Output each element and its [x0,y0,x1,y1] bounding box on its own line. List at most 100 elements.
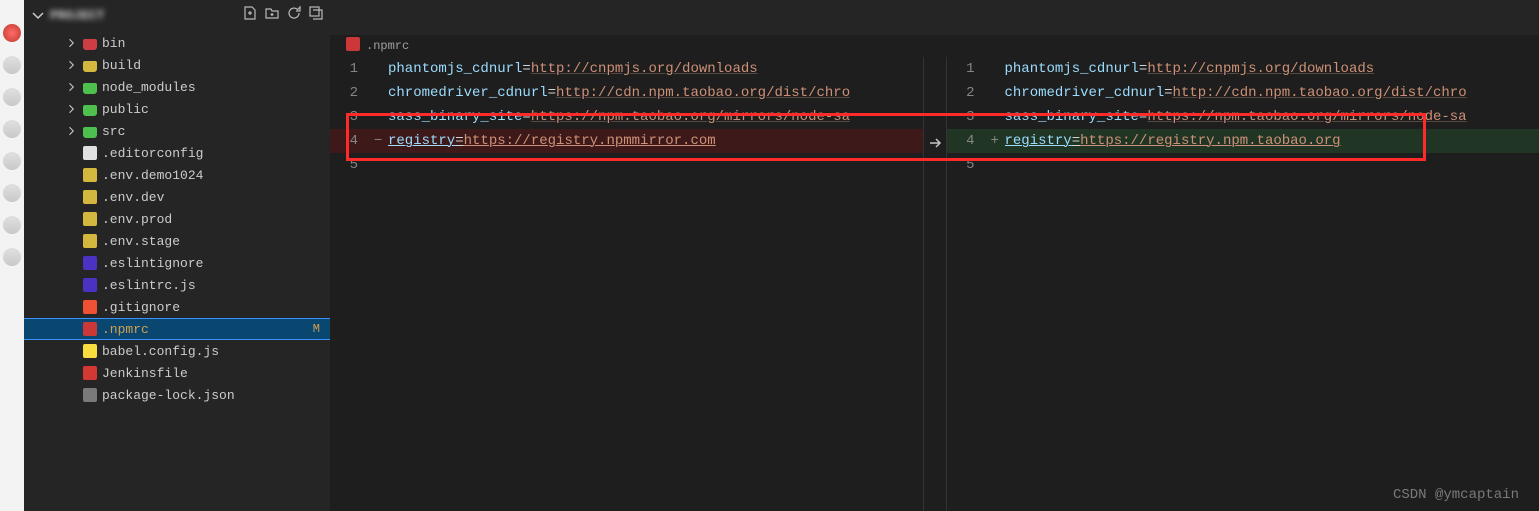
tree-item-label: build [102,58,330,73]
avatar [3,216,21,234]
folder-item-build[interactable]: build [24,54,330,76]
tree-item-label: .eslintignore [102,256,330,271]
file-item--env-dev[interactable]: .env.dev [24,186,330,208]
code-line[interactable]: 5 [330,153,923,177]
line-content: chromedriver_cdnurl=http://cdn.npm.taoba… [1005,85,1539,101]
new-folder-icon[interactable] [264,5,280,25]
avatar [3,184,21,202]
tree-item-label: bin [102,36,330,51]
folder-yellow-icon [82,57,98,73]
line-content: chromedriver_cdnurl=http://cdn.npm.taoba… [388,85,923,101]
code-line[interactable]: 2 chromedriver_cdnurl=http://cdn.npm.taob… [330,81,923,105]
file-item--env-stage[interactable]: .env.stage [24,230,330,252]
editorconfig-icon [82,145,98,161]
file-item-babel-config-js[interactable]: babel.config.js [24,340,330,362]
file-item-package-lock-json[interactable]: package-lock.json [24,384,330,406]
code-line[interactable]: 3 sass_binary_site=https://npm.taobao.org… [330,105,923,129]
diff-view: 1 phantomjs_cdnurl=http://cnpmjs.org/down… [330,57,1539,511]
folder-green-icon [82,123,98,139]
avatar [3,248,21,266]
code-line[interactable]: 5 [947,153,1539,177]
diff-pane-right[interactable]: 1phantomjs_cdnurl=http://cnpmjs.org/down… [947,57,1539,511]
tab-strip [330,0,1539,35]
tree-item-label: src [102,124,330,139]
file-item-jenkinsfile[interactable]: Jenkinsfile [24,362,330,384]
folder-item-bin[interactable]: bin [24,32,330,54]
tree-item-label: .env.dev [102,190,330,205]
avatar [3,120,21,138]
tree-item-label: .env.prod [102,212,330,227]
breadcrumb-filename: .npmrc [366,39,409,53]
line-number: 5 [947,157,991,173]
watermark: CSDN @ymcaptain [1393,487,1519,503]
avatar [3,152,21,170]
tree-item-label: Jenkinsfile [102,366,330,381]
plus-icon: + [991,133,1005,149]
new-file-icon[interactable] [242,5,258,25]
avatar [3,56,21,74]
eslint-icon [82,277,98,293]
file-explorer: PROJECT bin build node_modulespublic src .ed… [24,0,330,511]
breadcrumb[interactable]: .npmrc [330,35,1539,57]
tree-item-label: .env.stage [102,234,330,249]
line-number: 3 [330,109,374,125]
line-content: registry=https://registry.npm.taobao.org [1005,133,1539,149]
file-item--env-prod[interactable]: .env.prod [24,208,330,230]
chevron-right-icon [64,125,78,137]
chevron-down-icon [30,7,46,23]
line-content: sass_binary_site=https://npm.taobao.org/… [1005,109,1539,125]
tree-item-label: package-lock.json [102,388,330,403]
tree-item-label: .env.demo1024 [102,168,330,183]
folder-item-node-modules[interactable]: node_modules [24,76,330,98]
code-line[interactable]: 4+registry=https://registry.npm.taobao.o… [947,129,1539,153]
code-line[interactable]: 1phantomjs_cdnurl=http://cnpmjs.org/down… [947,57,1539,81]
avatar [3,24,21,42]
file-item--npmrc[interactable]: .npmrcM [24,318,330,340]
file-item--gitignore[interactable]: .gitignore [24,296,330,318]
collapse-all-icon[interactable] [308,5,324,25]
chevron-right-icon [64,59,78,71]
chevron-right-icon [64,103,78,115]
tree-item-label: .editorconfig [102,146,330,161]
file-item--eslintrc-js[interactable]: .eslintrc.js [24,274,330,296]
explorer-header[interactable]: PROJECT [24,0,330,30]
folder-item-public[interactable]: public [24,98,330,120]
sidebar-strip [0,0,24,511]
project-name: PROJECT [50,8,238,23]
diff-arrow-icon [923,57,947,511]
folder-item-src[interactable]: src [24,120,330,142]
env-icon [82,211,98,227]
line-number: 4 [947,133,991,149]
tree-item-label: babel.config.js [102,344,330,359]
line-number: 4 [330,133,374,149]
line-number: 1 [947,61,991,77]
line-content: registry=https://registry.npmmirror.com [388,133,923,149]
env-icon [82,167,98,183]
chevron-right-icon [64,37,78,49]
file-item--editorconfig[interactable]: .editorconfig [24,142,330,164]
folder-green-icon [82,101,98,117]
editor-area: .npmrc 1 phantomjs_cdnurl=http://cnpmjs.o… [330,0,1539,511]
tree-item-label: .eslintrc.js [102,278,330,293]
npm-lock-icon [82,387,98,403]
refresh-icon[interactable] [286,5,302,25]
env-icon [82,189,98,205]
line-content: phantomjs_cdnurl=http://cnpmjs.org/downl… [388,61,923,77]
code-line[interactable]: 2chromedriver_cdnurl=http://cdn.npm.taob… [947,81,1539,105]
chevron-right-icon [64,81,78,93]
line-content: sass_binary_site=https://npm.taobao.org/… [388,109,923,125]
code-line[interactable]: 1phantomjs_cdnurl=http://cnpmjs.org/down… [330,57,923,81]
tree-item-label: node_modules [102,80,330,95]
code-line[interactable]: 3sass_binary_site=https://npm.taobao.org… [947,105,1539,129]
jenkins-icon [82,365,98,381]
file-item--eslintignore[interactable]: .eslintignore [24,252,330,274]
code-line[interactable]: 4−registry=https://registry.npmmirror.co… [330,129,923,153]
file-tree: bin build node_modulespublic src .editorconf… [24,30,330,511]
tree-item-label: .npmrc [102,322,309,337]
tree-item-label: .gitignore [102,300,330,315]
npm-icon [82,321,98,337]
line-number: 2 [330,85,374,101]
diff-pane-left[interactable]: 1phantomjs_cdnurl=http://cnpmjs.org/down… [330,57,923,511]
file-item--env-demo1024[interactable]: .env.demo1024 [24,164,330,186]
git-icon [82,299,98,315]
